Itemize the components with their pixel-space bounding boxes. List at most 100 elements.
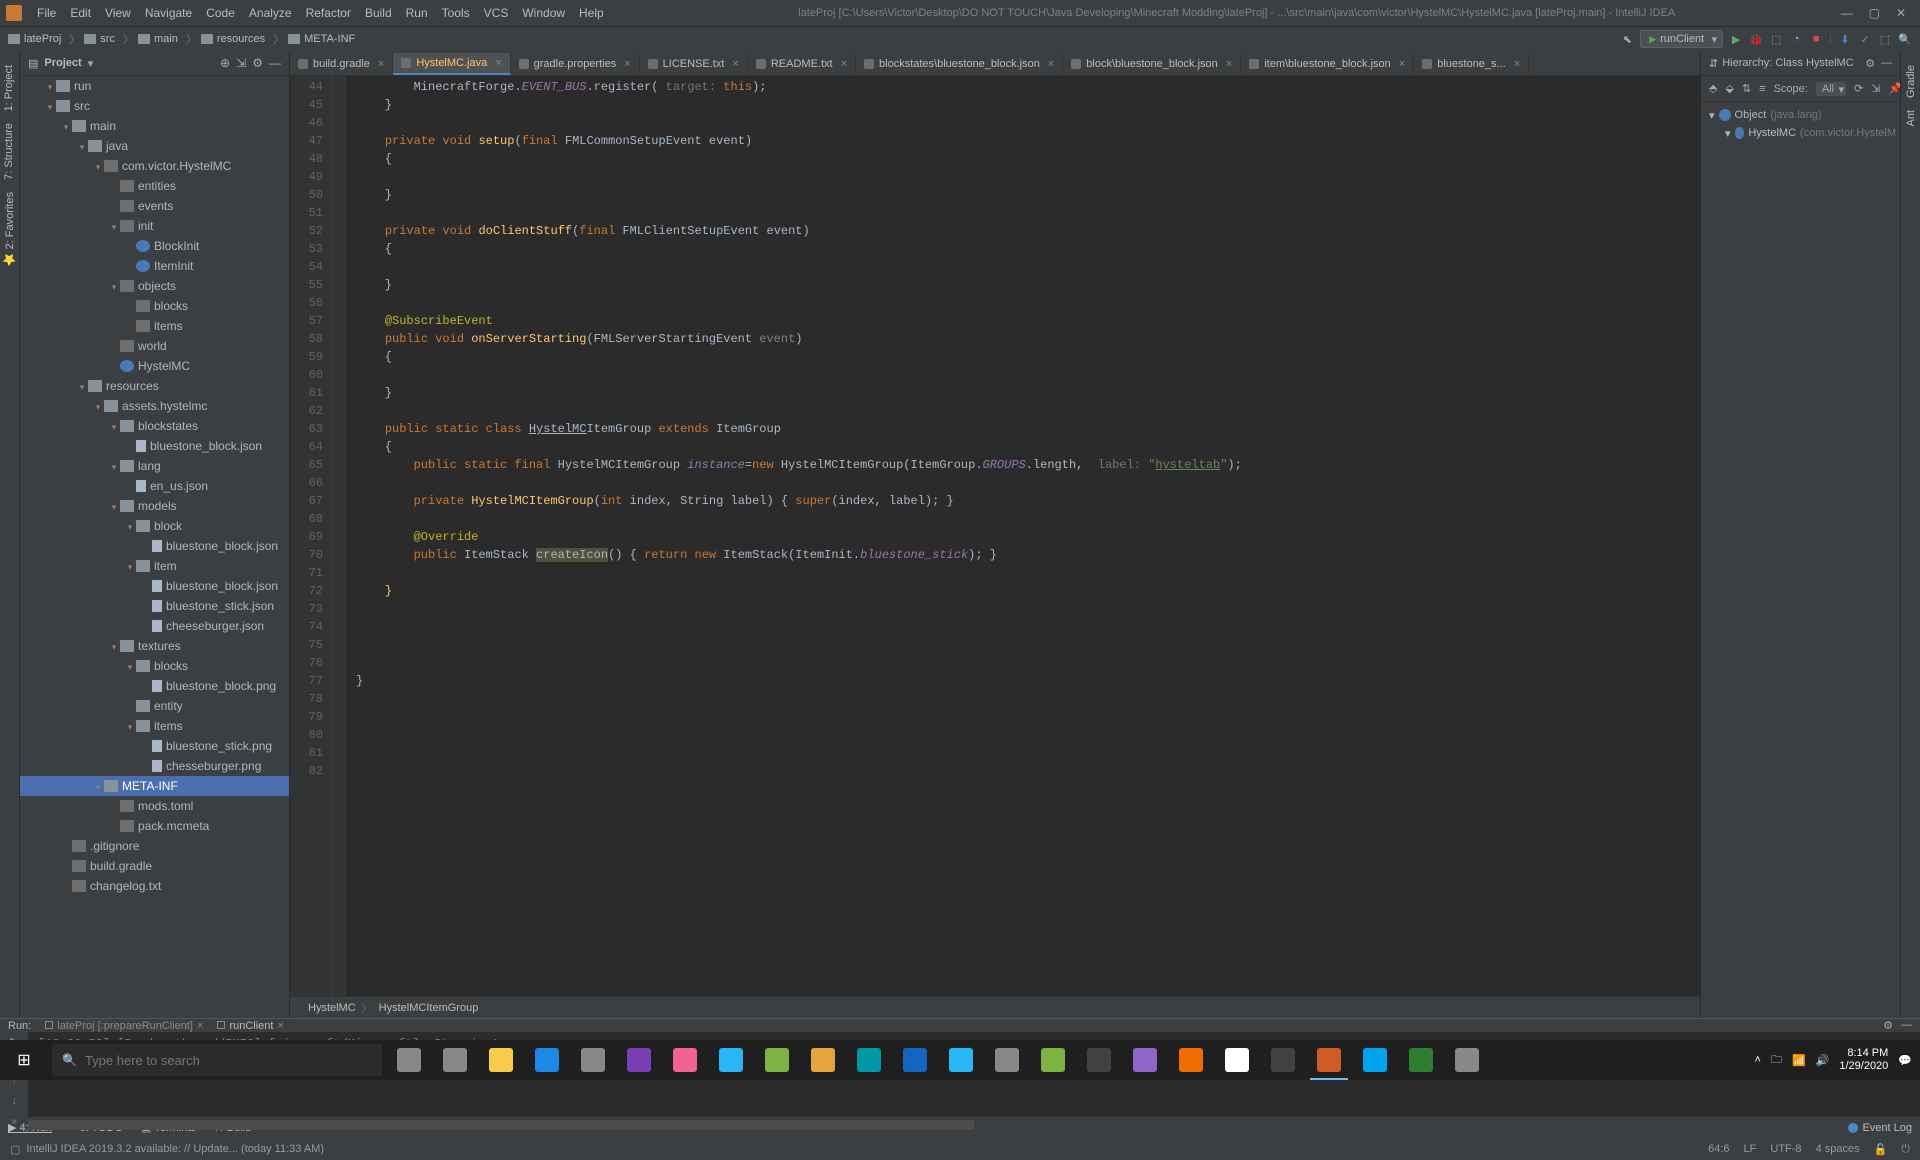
menu-tools[interactable]: Tools — [435, 6, 477, 20]
menu-navigate[interactable]: Navigate — [138, 6, 199, 20]
crumb-META-INF[interactable]: META-INF — [288, 31, 355, 47]
tree-node[interactable]: resources — [20, 376, 289, 396]
hier-sort-icon[interactable]: ≡ — [1759, 83, 1765, 95]
coverage-icon[interactable]: ⬚ — [1769, 32, 1783, 46]
taskbar-app[interactable] — [892, 1040, 938, 1080]
run-tab[interactable]: lateProj [:prepareRunClient]× — [45, 1020, 203, 1032]
tab-close-icon[interactable]: × — [495, 57, 501, 69]
tree-node[interactable]: bluestone_block.png — [20, 676, 289, 696]
taskbar-app[interactable] — [524, 1040, 570, 1080]
hier-scope-combo[interactable]: All▾ — [1816, 82, 1846, 96]
tree-node[interactable]: blockstates — [20, 416, 289, 436]
hierarchy-node[interactable]: ▾HystelMC (com.victor.HystelM — [1705, 124, 1896, 142]
tree-node[interactable]: items — [20, 316, 289, 336]
hier-super-icon[interactable]: ⬙ — [1725, 82, 1733, 95]
tree-node[interactable]: lang — [20, 456, 289, 476]
minimize-icon[interactable]: — — [1841, 6, 1853, 20]
tree-node[interactable]: src — [20, 96, 289, 116]
run-scrollbar[interactable] — [28, 1120, 974, 1130]
editor-tab[interactable]: build.gradle× — [290, 53, 393, 75]
tree-node[interactable]: blocks — [20, 296, 289, 316]
tree-node[interactable]: textures — [20, 636, 289, 656]
taskbar-app[interactable] — [1076, 1040, 1122, 1080]
collapse-all-icon[interactable]: ⇲ — [236, 56, 246, 70]
menu-analyze[interactable]: Analyze — [242, 6, 299, 20]
taskbar-app[interactable] — [1214, 1040, 1260, 1080]
status-cell[interactable]: LF — [1744, 1143, 1757, 1156]
taskbar-app[interactable] — [708, 1040, 754, 1080]
taskbar-app[interactable] — [1398, 1040, 1444, 1080]
tray-volume-icon[interactable]: 🔊 — [1816, 1054, 1830, 1067]
tree-node[interactable]: bluestone_block.json — [20, 436, 289, 456]
tree-node[interactable]: pack.mcmeta — [20, 816, 289, 836]
crumb-resources[interactable]: resources — [201, 31, 284, 47]
tree-node[interactable]: assets.hystelmc — [20, 396, 289, 416]
taskbar-app[interactable] — [1260, 1040, 1306, 1080]
crumb-main[interactable]: main — [138, 31, 197, 47]
tree-node[interactable]: build.gradle — [20, 856, 289, 876]
select-opened-icon[interactable]: ⊕ — [220, 56, 230, 70]
tree-node[interactable]: world — [20, 336, 289, 356]
editor-tab[interactable]: bluestone_s...× — [1414, 53, 1529, 75]
vcs-commit-icon[interactable]: ✓ — [1858, 32, 1872, 46]
fold-column[interactable] — [332, 76, 346, 996]
maximize-icon[interactable]: ▢ — [1869, 6, 1880, 20]
tool-tab-ant[interactable]: Ant — [1903, 104, 1919, 133]
menu-help[interactable]: Help — [572, 6, 611, 20]
tree-node[interactable]: objects — [20, 276, 289, 296]
tree-node[interactable]: models — [20, 496, 289, 516]
tree-node[interactable]: en_us.json — [20, 476, 289, 496]
system-tray[interactable]: ˄ 🗀 📶 🔊 8:14 PM1/29/2020 💬 — [1755, 1047, 1920, 1073]
tree-node[interactable]: init — [20, 216, 289, 236]
tree-node[interactable]: bluestone_stick.json — [20, 596, 289, 616]
editor-tab[interactable]: LICENSE.txt× — [640, 53, 748, 75]
menu-edit[interactable]: Edit — [63, 6, 98, 20]
menu-file[interactable]: File — [30, 6, 63, 20]
taskbar-app[interactable] — [754, 1040, 800, 1080]
close-icon[interactable]: ✕ — [1896, 6, 1906, 20]
taskbar-app[interactable] — [386, 1040, 432, 1080]
taskbar-app[interactable] — [1444, 1040, 1490, 1080]
tab-close-icon[interactable]: × — [1226, 58, 1232, 70]
run-config-combo[interactable]: runClient — [1640, 30, 1723, 48]
tree-node[interactable]: .gitignore — [20, 836, 289, 856]
tool-tab-favorites[interactable]: ⭐ 2: Favorites — [1, 186, 18, 272]
tree-node[interactable]: com.victor.HystelMC — [20, 156, 289, 176]
back-icon[interactable]: ⬉ — [1620, 32, 1634, 46]
menu-code[interactable]: Code — [199, 6, 242, 20]
taskbar-app[interactable] — [432, 1040, 478, 1080]
tray-expand-icon[interactable]: ˄ — [1755, 1054, 1761, 1066]
crumb-src[interactable]: src — [84, 31, 134, 47]
tray-battery-icon[interactable]: 🗀 — [1771, 1051, 1782, 1070]
tab-close-icon[interactable]: × — [1399, 58, 1405, 70]
tree-node[interactable]: ItemInit — [20, 256, 289, 276]
tree-node[interactable]: bluestone_stick.png — [20, 736, 289, 756]
run-gear-icon[interactable]: ⚙ — [1883, 1019, 1893, 1032]
taskbar-app[interactable] — [1306, 1040, 1352, 1080]
status-cell[interactable]: 4 spaces — [1816, 1143, 1860, 1156]
menu-refactor[interactable]: Refactor — [299, 6, 358, 20]
tree-node[interactable]: HystelMC — [20, 356, 289, 376]
status-cell[interactable]: 🔓 — [1874, 1143, 1888, 1156]
taskbar-app[interactable] — [938, 1040, 984, 1080]
hide-panel-icon[interactable]: — — [269, 56, 281, 70]
search-icon[interactable]: 🔍 — [1898, 32, 1912, 46]
tab-close-icon[interactable]: × — [1048, 58, 1054, 70]
tray-wifi-icon[interactable]: 📶 — [1792, 1054, 1806, 1067]
tree-node[interactable]: bluestone_block.json — [20, 576, 289, 596]
status-hint-icon[interactable]: ▢ — [10, 1143, 20, 1156]
taskbar-app[interactable] — [1122, 1040, 1168, 1080]
tab-close-icon[interactable]: × — [624, 58, 630, 70]
tab-close-icon[interactable]: × — [732, 58, 738, 70]
menu-vcs[interactable]: VCS — [477, 6, 516, 20]
project-tree[interactable]: runsrcmainjavacom.victor.HystelMCentitie… — [20, 76, 289, 1018]
tree-node[interactable]: java — [20, 136, 289, 156]
tool-tab-structure[interactable]: 7: Structure — [1, 117, 17, 186]
hierarchy-hide-icon[interactable]: — — [1881, 57, 1892, 70]
hierarchy-gear-icon[interactable]: ⚙ — [1865, 57, 1875, 70]
tree-node[interactable]: run — [20, 76, 289, 96]
gear-icon[interactable]: ⚙ — [252, 56, 263, 70]
taskbar-app[interactable] — [616, 1040, 662, 1080]
start-button[interactable]: ⊞ — [0, 1040, 48, 1080]
hier-sub-icon[interactable]: ⇅ — [1742, 82, 1751, 95]
